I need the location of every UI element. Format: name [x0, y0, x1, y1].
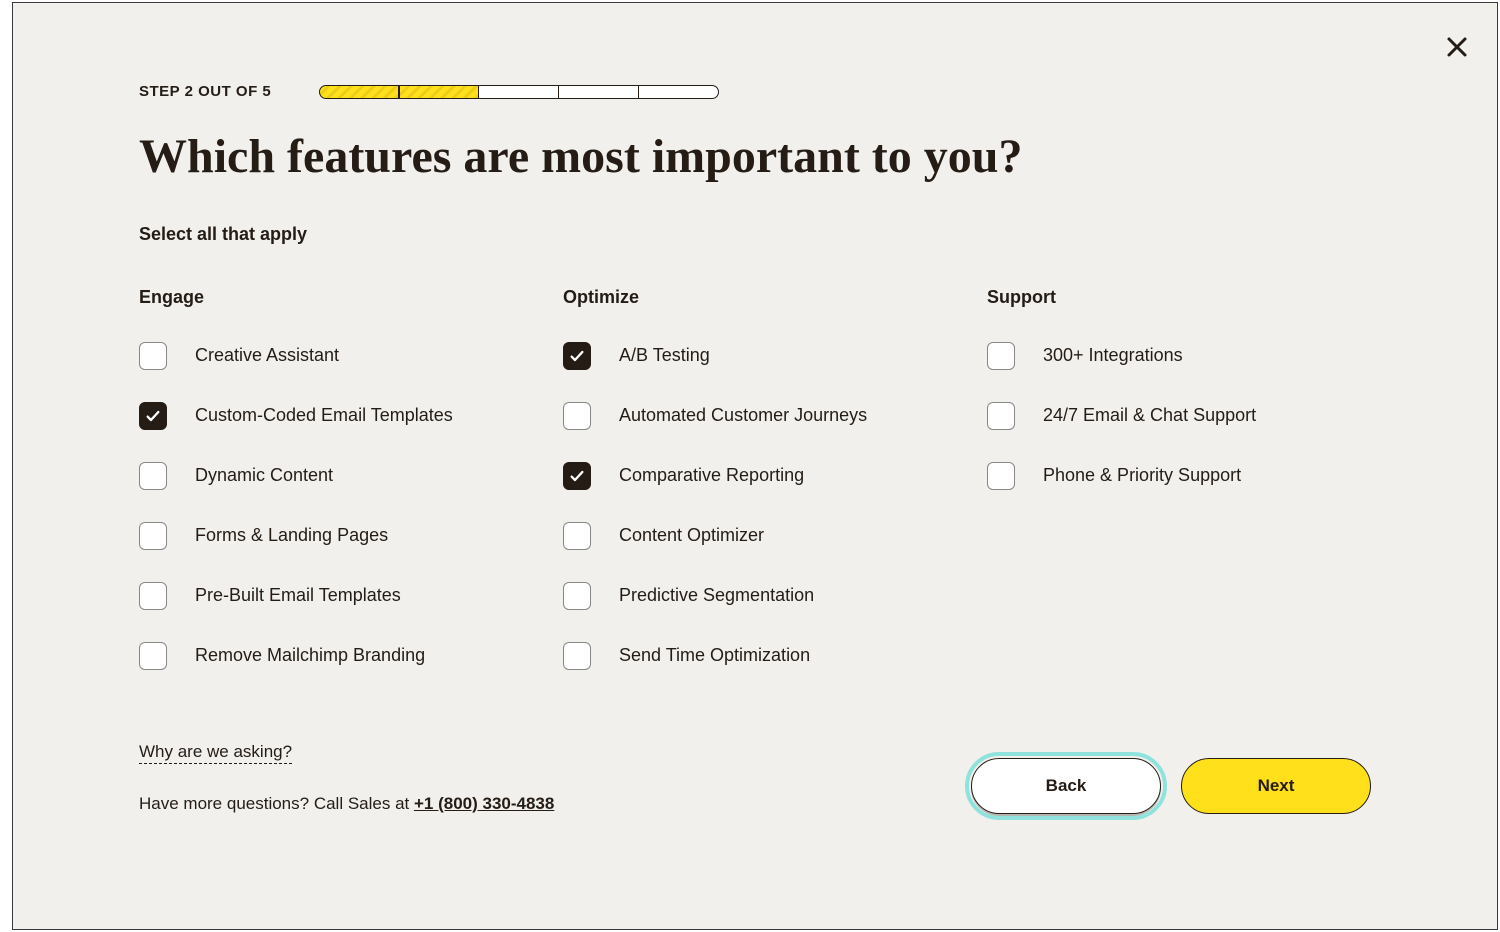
- option-creative-assistant[interactable]: Creative Assistant: [139, 342, 523, 370]
- checkbox-comparative-reporting[interactable]: [563, 462, 591, 490]
- option-dynamic-content[interactable]: Dynamic Content: [139, 462, 523, 490]
- option-label: 300+ Integrations: [1043, 345, 1183, 366]
- checkbox-creative-assistant[interactable]: [139, 342, 167, 370]
- close-icon: [1445, 35, 1469, 64]
- progress-segment-2: [399, 85, 479, 99]
- step-row: STEP 2 OUT OF 5: [139, 83, 1371, 100]
- checkbox-email-chat-support[interactable]: [987, 402, 1015, 430]
- option-label: Send Time Optimization: [619, 645, 810, 666]
- option-comparative-reporting[interactable]: Comparative Reporting: [563, 462, 947, 490]
- back-button-label: Back: [1046, 776, 1087, 796]
- option-label: Forms & Landing Pages: [195, 525, 388, 546]
- column-header: Support: [987, 287, 1371, 308]
- sales-phone-link[interactable]: +1 (800) 330-4838: [414, 794, 554, 813]
- option-phone-priority-support[interactable]: Phone & Priority Support: [987, 462, 1371, 490]
- progress-segment-3: [479, 85, 559, 99]
- checkbox-custom-coded-email-templates[interactable]: [139, 402, 167, 430]
- option-label: Predictive Segmentation: [619, 585, 814, 606]
- close-button[interactable]: [1441, 33, 1473, 65]
- option-label: Pre-Built Email Templates: [195, 585, 401, 606]
- column-support: Support 300+ Integrations 24/7 Email & Cha…: [987, 287, 1371, 702]
- sales-prefix: Have more questions? Call Sales at: [139, 794, 414, 813]
- option-forms-landing-pages[interactable]: Forms & Landing Pages: [139, 522, 523, 550]
- footer-left: Why are we asking? Have more questions? …: [139, 742, 554, 814]
- option-label: Automated Customer Journeys: [619, 405, 867, 426]
- option-label: Creative Assistant: [195, 345, 339, 366]
- modal-container: STEP 2 OUT OF 5 Which features are most …: [12, 2, 1498, 930]
- footer: Why are we asking? Have more questions? …: [139, 742, 1371, 814]
- progress-segment-5: [639, 85, 719, 99]
- progress-segment-4: [559, 85, 639, 99]
- option-label: Content Optimizer: [619, 525, 764, 546]
- checkbox-automated-customer-journeys[interactable]: [563, 402, 591, 430]
- option-label: Custom-Coded Email Templates: [195, 405, 453, 426]
- why-asking-link[interactable]: Why are we asking?: [139, 742, 292, 764]
- option-label: Phone & Priority Support: [1043, 465, 1241, 486]
- option-pre-built-email-templates[interactable]: Pre-Built Email Templates: [139, 582, 523, 610]
- checkbox-send-time-optimization[interactable]: [563, 642, 591, 670]
- option-label: Dynamic Content: [195, 465, 333, 486]
- column-optimize: Optimize A/B Testing Automated Customer Jo…: [563, 287, 947, 702]
- checkbox-phone-priority-support[interactable]: [987, 462, 1015, 490]
- check-icon: [145, 408, 161, 424]
- modal-content: STEP 2 OUT OF 5 Which features are most …: [13, 3, 1497, 874]
- checkbox-predictive-segmentation[interactable]: [563, 582, 591, 610]
- option-send-time-optimization[interactable]: Send Time Optimization: [563, 642, 947, 670]
- option-300-integrations[interactable]: 300+ Integrations: [987, 342, 1371, 370]
- checkbox-content-optimizer[interactable]: [563, 522, 591, 550]
- option-label: A/B Testing: [619, 345, 710, 366]
- footer-right: Back Next: [971, 758, 1371, 814]
- checkbox-dynamic-content[interactable]: [139, 462, 167, 490]
- back-button[interactable]: Back: [971, 758, 1161, 814]
- sales-row: Have more questions? Call Sales at +1 (8…: [139, 794, 554, 814]
- column-engage: Engage Creative Assistant Custom-Coded Ema…: [139, 287, 523, 702]
- checkbox-pre-built-email-templates[interactable]: [139, 582, 167, 610]
- option-label: 24/7 Email & Chat Support: [1043, 405, 1256, 426]
- checkbox-forms-landing-pages[interactable]: [139, 522, 167, 550]
- feature-columns: Engage Creative Assistant Custom-Coded Ema…: [139, 287, 1371, 702]
- check-icon: [569, 468, 585, 484]
- progress-bar: [319, 85, 719, 99]
- option-label: Comparative Reporting: [619, 465, 804, 486]
- option-predictive-segmentation[interactable]: Predictive Segmentation: [563, 582, 947, 610]
- option-custom-coded-email-templates[interactable]: Custom-Coded Email Templates: [139, 402, 523, 430]
- instruction-text: Select all that apply: [139, 224, 1371, 245]
- column-header: Optimize: [563, 287, 947, 308]
- next-button-label: Next: [1258, 776, 1295, 796]
- column-header: Engage: [139, 287, 523, 308]
- option-remove-mailchimp-branding[interactable]: Remove Mailchimp Branding: [139, 642, 523, 670]
- option-ab-testing[interactable]: A/B Testing: [563, 342, 947, 370]
- option-automated-customer-journeys[interactable]: Automated Customer Journeys: [563, 402, 947, 430]
- checkbox-remove-mailchimp-branding[interactable]: [139, 642, 167, 670]
- check-icon: [569, 348, 585, 364]
- step-label: STEP 2 OUT OF 5: [139, 83, 271, 100]
- progress-segment-1: [319, 85, 399, 99]
- option-label: Remove Mailchimp Branding: [195, 645, 425, 666]
- next-button[interactable]: Next: [1181, 758, 1371, 814]
- checkbox-ab-testing[interactable]: [563, 342, 591, 370]
- checkbox-300-integrations[interactable]: [987, 342, 1015, 370]
- page-title: Which features are most important to you…: [139, 128, 1371, 186]
- option-content-optimizer[interactable]: Content Optimizer: [563, 522, 947, 550]
- option-email-chat-support[interactable]: 24/7 Email & Chat Support: [987, 402, 1371, 430]
